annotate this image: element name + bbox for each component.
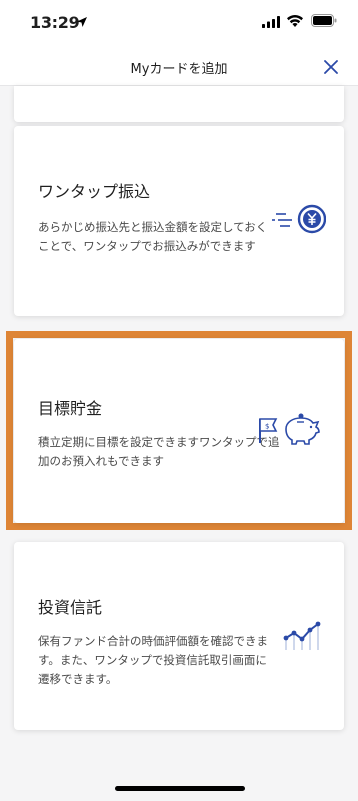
card-title: ワンタップ振込 <box>38 182 151 201</box>
svg-text:$: $ <box>265 423 269 431</box>
close-icon <box>324 60 338 74</box>
close-button[interactable] <box>318 54 344 80</box>
investment-chart-icon <box>283 621 321 650</box>
card-description: あらかじめ振込先と振込金額を設定しておくことで、ワンタップでお振込みができます <box>38 220 268 253</box>
wifi-icon <box>287 15 303 27</box>
status-time: 13:29 <box>30 13 80 32</box>
page-title: Myカードを追加 <box>130 62 228 77</box>
piggy-bank-icon: $ <box>259 413 320 445</box>
yen-coin-icon <box>272 204 326 234</box>
card-description: 保有ファンド合計の時価評価額を確認できます。また、ワンタップで投資信託取引画面に… <box>38 634 268 686</box>
card-title: 目標貯金 <box>38 399 103 418</box>
battery-icon <box>311 14 337 27</box>
cellular-signal-icon <box>262 16 280 28</box>
home-indicator[interactable] <box>115 786 245 791</box>
nav-header: Myカードを追加 <box>0 48 358 86</box>
card-partial[interactable] <box>14 86 344 122</box>
card-onetap-transfer[interactable]: ワンタップ振込 あらかじめ振込先と振込金額を設定しておくことで、ワンタップでお振… <box>14 126 344 316</box>
card-investment-trust[interactable]: 投資信託 保有ファンド合計の時価評価額を確認できます。また、ワンタップで投資信託… <box>14 542 344 730</box>
status-bar: 13:29 <box>0 0 358 48</box>
card-description: 積立定期に目標を設定できますワンタップで追加のお預入れもできます <box>38 435 280 468</box>
location-arrow-icon <box>77 17 87 27</box>
card-title: 投資信託 <box>38 598 103 617</box>
card-savings-goal[interactable]: 目標貯金 積立定期に目標を設定できますワンタップで追加のお預入れもできます $ <box>14 339 344 523</box>
